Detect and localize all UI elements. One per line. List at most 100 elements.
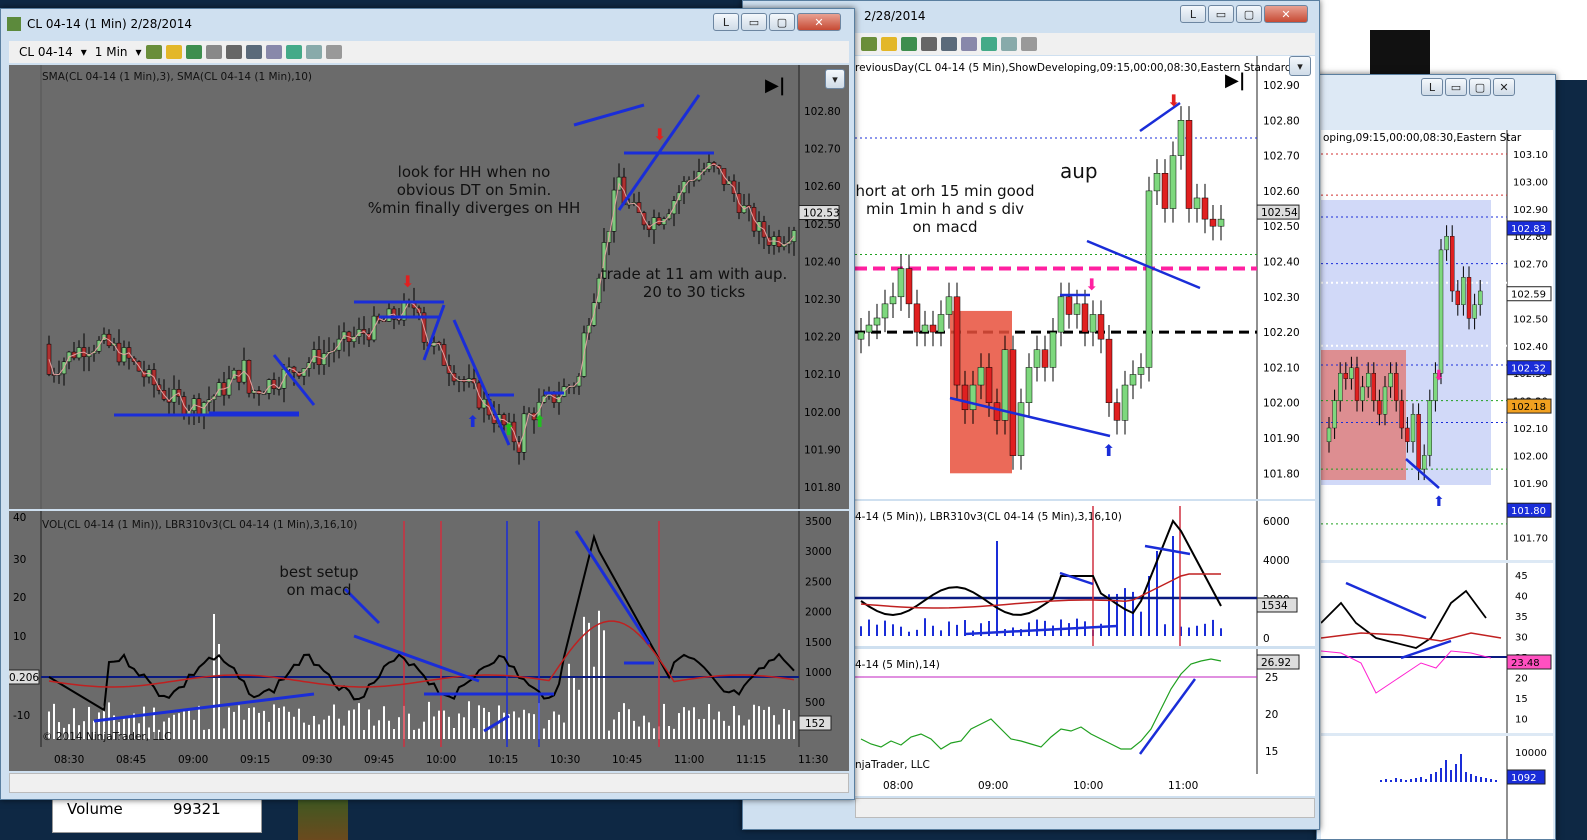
middle-price-pane: reviousDay(CL 04-14 (5 Min),ShowDevelopi… — [855, 56, 1315, 499]
right-restore-button[interactable]: L — [1421, 78, 1443, 96]
candle-body — [881, 303, 889, 319]
candle-body — [1073, 303, 1081, 315]
candle-body — [1472, 304, 1477, 319]
price-tick-label: 102.10 — [804, 369, 841, 381]
price-tick-label: 102.40 — [804, 256, 841, 268]
left-minimize-button[interactable]: ▭ — [741, 13, 767, 31]
candle-body — [945, 296, 953, 315]
middle-scrollbar[interactable] — [855, 798, 1315, 818]
right-minimize-button[interactable]: ▭ — [1445, 78, 1467, 96]
time-tick-label: 10:45 — [612, 754, 642, 766]
left-close-button[interactable]: ✕ — [797, 13, 841, 31]
plus-icon[interactable] — [185, 45, 202, 59]
candle-body — [1438, 249, 1444, 374]
price-tick-label: 102.80 — [804, 106, 841, 118]
middle-maximize-button[interactable]: ▢ — [1236, 5, 1262, 23]
candle-body — [1393, 372, 1399, 401]
left-scrollbar[interactable] — [9, 773, 849, 793]
candle-body — [1466, 277, 1472, 319]
price-tick-label: 102.60 — [1263, 186, 1300, 198]
candle-body — [1049, 331, 1057, 368]
candle-body — [857, 331, 865, 340]
candle-body — [1421, 455, 1427, 470]
vol-tick-label: 3000 — [805, 546, 832, 558]
vol-tick-label: 10000 — [1515, 748, 1547, 759]
instrument-dropdown-icon: ▾ — [80, 45, 87, 59]
middle-minimize-button[interactable]: ▭ — [1208, 5, 1234, 23]
zoom-icon[interactable] — [941, 37, 957, 51]
rsi-tick-label: 25 — [1265, 672, 1278, 684]
candle-body — [1209, 218, 1217, 227]
volume-label: Volume — [67, 800, 123, 818]
left-time-axis-svg: 08:30 08:45 09:00 09:15 09:30 09:45 10:00 10:15… — [54, 754, 828, 766]
up-arrow-icon: ⬆ — [502, 420, 515, 439]
trend-line — [93, 692, 315, 723]
instrument-selector[interactable]: CL 04-14 — [15, 45, 77, 59]
left-window-title: CL 04-14 (1 Min) 2/28/2014 — [27, 17, 193, 31]
crosshair-icon[interactable] — [225, 45, 242, 59]
left-panel-dropdown[interactable]: ▾ — [825, 69, 845, 89]
vol-tick-label: 0 — [1263, 633, 1270, 645]
right-close-button[interactable]: ✕ — [1493, 78, 1515, 96]
bar-type-icon[interactable] — [145, 45, 162, 59]
properties-icon[interactable] — [325, 45, 342, 59]
price-tick-label: 103.10 — [1513, 150, 1548, 161]
right-osc-chart: 454035302520151023.48 — [1321, 563, 1552, 733]
strategies-icon[interactable] — [1001, 37, 1017, 51]
pencil-icon[interactable] — [165, 45, 182, 59]
price-tick-label: 101.90 — [804, 444, 841, 456]
vol-tick-label: 1000 — [805, 667, 832, 679]
candle-body — [953, 296, 961, 386]
strategies-icon[interactable] — [305, 45, 322, 59]
crosshair-icon[interactable] — [921, 37, 937, 51]
price-tick-label: 101.90 — [1263, 433, 1300, 445]
left-restore-button[interactable]: L — [713, 13, 739, 31]
candle-body — [977, 367, 985, 386]
price-tick-label: 103.00 — [1513, 177, 1548, 188]
vol-last-label: 1534 — [1261, 600, 1288, 612]
pencil-icon[interactable] — [881, 37, 897, 51]
trend-line — [1138, 678, 1197, 755]
price-tick-label: 101.90 — [1513, 479, 1548, 490]
rsi-tick-label: 20 — [1265, 709, 1278, 721]
candle-body — [1193, 197, 1201, 209]
trend-line — [1345, 581, 1427, 620]
go-to-end-icon[interactable]: ▶| — [765, 75, 785, 96]
price-tick-label: 102.50 — [804, 219, 841, 231]
indicators-icon[interactable] — [981, 37, 997, 51]
right-maximize-button[interactable]: ▢ — [1469, 78, 1491, 96]
price-tick-label: 101.80 — [1263, 468, 1300, 480]
osc-tick-label: 30 — [13, 554, 26, 566]
data-box-icon[interactable] — [961, 37, 977, 51]
time-tick-label: 08:30 — [54, 754, 84, 766]
zoom-icon[interactable] — [245, 45, 262, 59]
up-arrow-icon: ⬆ — [533, 412, 546, 431]
candle-body — [1343, 372, 1348, 379]
trend-line — [964, 624, 1118, 636]
trend-line — [1059, 571, 1094, 586]
plus-icon[interactable] — [901, 37, 917, 51]
pin-icon[interactable] — [205, 45, 222, 59]
indicators-icon[interactable] — [285, 45, 302, 59]
middle-close-button[interactable]: ✕ — [1264, 5, 1308, 23]
candle-body — [1382, 386, 1388, 415]
data-box-icon[interactable] — [265, 45, 282, 59]
candle-body — [1089, 314, 1097, 333]
price-tick-label: 102.70 — [1513, 260, 1548, 271]
middle-panel-dropdown[interactable]: ▾ — [1289, 56, 1311, 76]
interval-selector[interactable]: 1 Min — [91, 45, 132, 59]
middle-toolbar — [855, 33, 1315, 55]
rsi-tick-label: 15 — [1265, 746, 1278, 758]
left-maximize-button[interactable]: ▢ — [769, 13, 795, 31]
candle-body — [969, 384, 977, 411]
middle-note-aup: aup — [1060, 159, 1098, 183]
price-tag-label: 102.83 — [1511, 224, 1546, 235]
bar-type-icon[interactable] — [861, 37, 877, 51]
properties-icon[interactable] — [1021, 37, 1037, 51]
signal-line — [1321, 632, 1502, 642]
down-arrow-icon: ⬇ — [401, 272, 414, 291]
vol-tick-label: 500 — [805, 697, 825, 709]
candle-body — [905, 268, 913, 305]
price-tick-label: 102.50 — [1263, 221, 1300, 233]
middle-restore-button[interactable]: L — [1180, 5, 1206, 23]
